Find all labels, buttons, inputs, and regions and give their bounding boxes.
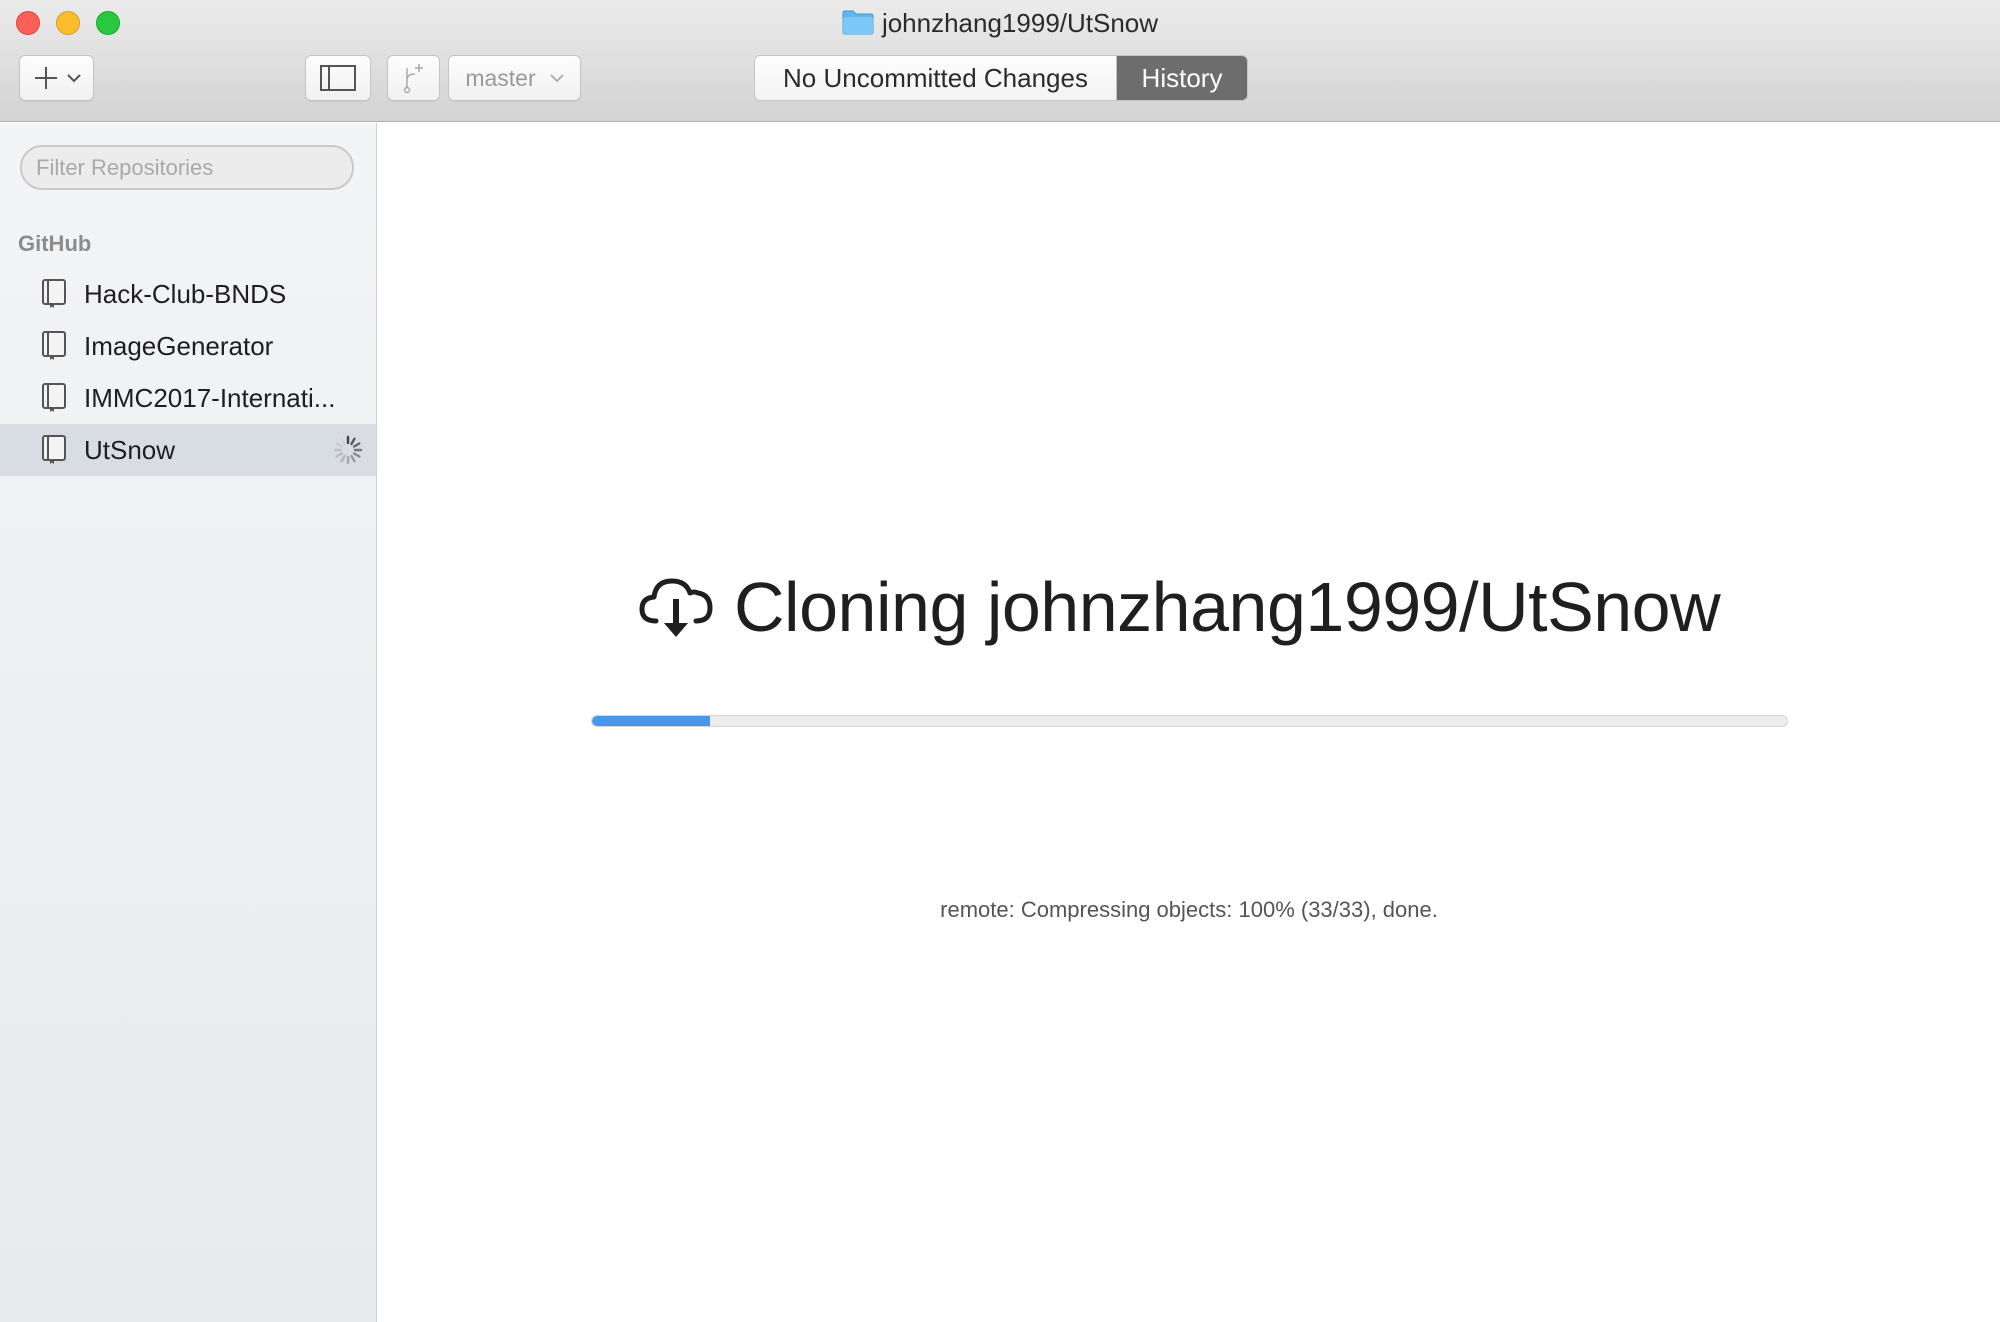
branch-select[interactable]: master: [448, 55, 581, 101]
toggle-sidebar-button[interactable]: [305, 55, 371, 101]
folder-icon: [842, 10, 874, 35]
repo-icon: [42, 383, 66, 412]
window-title: johnzhang1999/UtSnow: [0, 8, 2000, 38]
sidebar-item-imagegenerator[interactable]: ImageGenerator: [0, 320, 376, 372]
window-title-text: johnzhang1999/UtSnow: [881, 8, 1159, 38]
cloud-download-icon: [639, 578, 713, 637]
repo-icon: [42, 435, 66, 464]
plus-icon: [34, 67, 57, 89]
sidebar-item-utsnow[interactable]: UtSnow: [0, 424, 376, 476]
branch-name: master: [465, 64, 536, 91]
clone-title: Cloning johnzhang1999/UtSnow: [734, 568, 1721, 646]
sidebar-item-hack-club-bnds[interactable]: Hack-Club-BNDS: [0, 268, 376, 320]
add-repository-button[interactable]: [19, 55, 94, 101]
clone-heading: Cloning johnzhang1999/UtSnow: [636, 567, 1721, 647]
clone-status-text: remote: Compressing objects: 100% (33/33…: [940, 897, 1438, 922]
tab-uncommitted-changes[interactable]: No Uncommitted Changes: [755, 56, 1117, 100]
filter-repositories-input[interactable]: [20, 145, 354, 190]
main-content: Cloning johnzhang1999/UtSnow remote: Com…: [378, 123, 2000, 1322]
view-segmented-control: No Uncommitted Changes History: [754, 55, 1248, 101]
create-branch-button[interactable]: [387, 55, 440, 101]
chevron-down-icon: [550, 74, 564, 83]
repository-list: Hack-Club-BNDS ImageGenerator IMMC2017-I…: [0, 268, 376, 476]
sidebar-item-label: IMMC2017-Internati...: [84, 382, 336, 413]
clone-progress-fill: [592, 716, 711, 726]
chevron-down-icon: [66, 74, 81, 83]
sidebar: GitHub Hack-Club-BNDS ImageGenerator: [0, 123, 377, 1322]
sidebar-icon: [320, 65, 356, 91]
sidebar-section-github: GitHub: [18, 231, 92, 256]
branch-icon: [403, 64, 423, 94]
title-bar: johnzhang1999/UtSnow master No Uncommitt…: [0, 0, 2000, 122]
sidebar-item-label: Hack-Club-BNDS: [84, 278, 287, 309]
repo-icon: [42, 279, 66, 308]
tab-history[interactable]: History: [1117, 56, 1247, 100]
sidebar-item-label: ImageGenerator: [84, 330, 274, 361]
repo-icon: [42, 331, 66, 360]
sidebar-item-label: UtSnow: [84, 434, 176, 465]
loading-spinner-icon: [333, 435, 363, 465]
sidebar-item-immc2017[interactable]: IMMC2017-Internati...: [0, 372, 376, 424]
clone-progress-bar: [591, 715, 1788, 727]
